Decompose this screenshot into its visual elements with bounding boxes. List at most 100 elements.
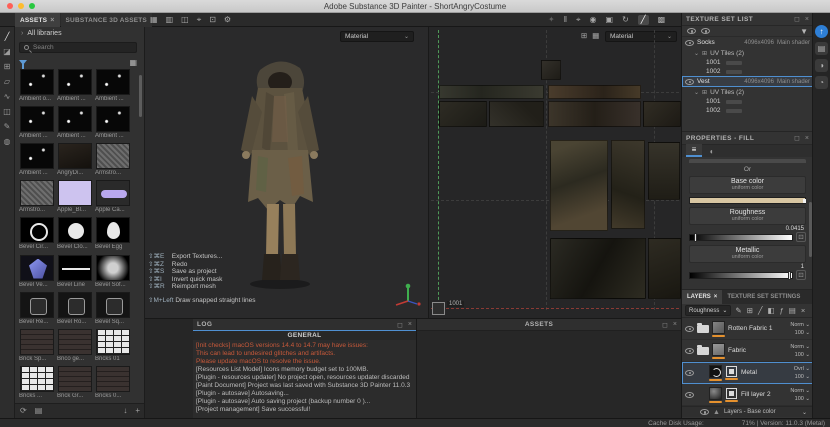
tab-texture-set-settings[interactable]: TEXTURE SET SETTINGS <box>722 290 805 304</box>
clone-tool[interactable]: ◫ <box>3 108 11 116</box>
video-capture-icon[interactable]: ▣ <box>606 16 614 24</box>
share-export-icon[interactable]: ↑ <box>815 25 828 38</box>
asset-item[interactable]: Bevel Re... <box>18 291 56 328</box>
camera-icon[interactable]: ◉ <box>590 16 597 24</box>
show-all-eye-icon[interactable] <box>687 28 696 34</box>
asset-item[interactable]: AngryDi... <box>56 142 94 179</box>
layer-row-selected[interactable]: Metal Ovrl ⌄ 100 ⌄ <box>682 362 812 384</box>
asset-item[interactable]: Ambient ... <box>56 105 94 142</box>
solo-eye-icon[interactable] <box>701 28 710 34</box>
display-settings-icon[interactable]: ◑ <box>815 59 828 72</box>
material-picker-tool[interactable]: ✎ <box>4 123 11 131</box>
base-color-swatch[interactable] <box>689 197 806 204</box>
filter-funnel-icon[interactable] <box>19 60 27 65</box>
blend-mode-dropdown[interactable]: Norm ⌄ <box>784 343 810 351</box>
paint-tool[interactable]: ╱ <box>5 33 10 41</box>
asset-item[interactable]: Brick Gr... <box>56 365 94 402</box>
camera-frame-icon[interactable]: ⊡ <box>209 16 216 24</box>
uv-tile-row[interactable]: 1002 <box>682 67 812 76</box>
2d-material-mode-dropdown[interactable]: Material ⌄ <box>605 31 677 42</box>
asset-item[interactable]: Bevel Egg <box>94 216 132 253</box>
stamp-icon[interactable]: ⊞ <box>747 307 753 315</box>
search-input[interactable]: Search <box>19 42 137 53</box>
blend-mode-dropdown[interactable]: Norm ⌄ <box>784 387 810 395</box>
opacity-dropdown[interactable]: 100 ⌄ <box>784 395 810 403</box>
asset-item[interactable]: Bevel Ve... <box>18 254 56 291</box>
layer-visibility-eye-icon[interactable] <box>685 326 694 332</box>
assets-scrollbar[interactable] <box>139 75 142 117</box>
material-properties-tab[interactable]: ≡ <box>686 144 702 157</box>
uv-tile-row[interactable]: 1001 <box>682 97 812 106</box>
float-panel-icon[interactable]: ◻ <box>794 134 800 142</box>
polygon-fill-tool[interactable]: ▱ <box>4 78 10 86</box>
texture-slot-icon[interactable]: ⊡ <box>796 232 806 242</box>
slider-handle[interactable] <box>788 271 791 280</box>
asset-item[interactable]: Bevel Ro... <box>56 291 94 328</box>
breadcrumb[interactable]: › All libraries <box>21 30 62 37</box>
2d-uv-viewport[interactable]: ⊞▦ Material ⌄ 1001 <box>428 27 681 318</box>
layer-row[interactable]: Fill layer 2 Norm ⌄ 100 ⌄ <box>682 384 812 406</box>
paint-mode-icon[interactable]: ╱ <box>638 15 649 25</box>
layer-row[interactable]: Rotten Fabric 1 Norm ⌄ 100 ⌄ <box>682 318 812 340</box>
viewport-split-icon[interactable]: ▥ <box>166 16 174 24</box>
opacity-dropdown[interactable]: 100 ⌄ <box>784 329 810 337</box>
blend-mode-dropdown[interactable]: Ovrl ⌄ <box>784 365 810 373</box>
add-resource-icon[interactable]: + <box>135 407 140 415</box>
uv-tiles-row[interactable]: ⌄ ⊞ UV Tiles (2) <box>682 48 812 58</box>
float-panel-icon[interactable]: ◻ <box>397 321 403 329</box>
quick-mask-tool[interactable]: ◍ <box>4 138 11 146</box>
close-tab-icon[interactable]: × <box>714 294 718 300</box>
asset-item[interactable]: Bevel Clo... <box>56 216 94 253</box>
grid-view-icon[interactable]: ▦ <box>129 58 137 67</box>
close-panel-icon[interactable]: × <box>673 321 677 328</box>
layers-footer[interactable]: ▲ Layers - Base color ⌄ <box>682 406 812 417</box>
close-panel-icon[interactable]: × <box>805 135 809 142</box>
asset-item[interactable]: Bricks 01 <box>94 328 132 365</box>
asset-item[interactable]: Ambient ... <box>56 68 94 105</box>
asset-item[interactable]: Ambient o... <box>18 68 56 105</box>
slider-handle[interactable] <box>694 233 697 242</box>
sync-shelf-icon[interactable]: ⟳ <box>20 407 27 415</box>
asset-item[interactable]: Ambient ... <box>94 105 132 142</box>
visibility-eye-icon[interactable] <box>685 79 694 85</box>
3d-material-mode-dropdown[interactable]: Material ⌄ <box>340 31 414 42</box>
edit-tools-icon[interactable]: ✎ <box>735 307 741 315</box>
texture-slot-icon[interactable]: ⊡ <box>796 270 806 280</box>
texture-view-icon[interactable]: ▦ <box>592 32 599 40</box>
projection-tool[interactable]: ⊞ <box>4 63 11 71</box>
add-paint-layer-icon[interactable]: ╱ <box>758 307 763 315</box>
axis-gizmo[interactable] <box>393 282 423 312</box>
layer-visibility-eye-icon[interactable] <box>685 348 694 354</box>
base-color-button[interactable]: Base color uniform color <box>689 176 806 194</box>
metallic-button[interactable]: Metallic uniform color <box>689 245 806 263</box>
environment-icon[interactable]: ✦ <box>548 16 555 24</box>
smudge-tool[interactable]: ∿ <box>4 93 11 101</box>
asset-item[interactable]: Ambient ... <box>94 68 132 105</box>
layer-visibility-eye-icon[interactable] <box>685 370 694 376</box>
history-icon[interactable]: ◔ <box>815 76 828 89</box>
eraser-tool[interactable]: ◪ <box>3 48 11 56</box>
3d-viewport[interactable]: Material ⌄ <box>145 27 428 318</box>
tab-assets[interactable]: ASSETS × <box>15 13 60 27</box>
shelf-folder-icon[interactable]: ▤ <box>35 407 43 415</box>
close-panel-icon[interactable]: × <box>805 16 809 23</box>
asset-item[interactable]: Apple_Bl... <box>56 179 94 216</box>
roughness-slider[interactable] <box>689 234 793 241</box>
asset-item[interactable]: Bricks 0... <box>94 365 132 402</box>
float-panel-icon[interactable]: ◻ <box>794 15 800 23</box>
asset-item[interactable]: Armstro... <box>94 142 132 179</box>
channel-filter-dropdown[interactable]: Roughness ⌄ <box>685 305 731 316</box>
rotate-view-icon[interactable]: ↻ <box>622 16 629 24</box>
asset-item[interactable]: Brick Sp... <box>18 328 56 365</box>
uv-tile-row[interactable]: 1002 <box>682 106 812 115</box>
asset-item[interactable]: Armstro... <box>18 179 56 216</box>
asset-item[interactable]: Brico ge... <box>56 328 94 365</box>
log-tab-general[interactable]: GENERAL <box>193 331 416 340</box>
asset-item[interactable]: Bevel Line <box>56 254 94 291</box>
roughness-button[interactable]: Roughness uniform color <box>689 207 806 225</box>
filter-icon[interactable]: ▼ <box>800 27 808 36</box>
add-group-icon[interactable]: ▤ <box>789 307 796 315</box>
render-mode-icon[interactable]: ▩ <box>658 16 666 24</box>
asset-item[interactable]: Apple Ca... <box>94 179 132 216</box>
opacity-dropdown[interactable]: 100 ⌄ <box>784 351 810 359</box>
